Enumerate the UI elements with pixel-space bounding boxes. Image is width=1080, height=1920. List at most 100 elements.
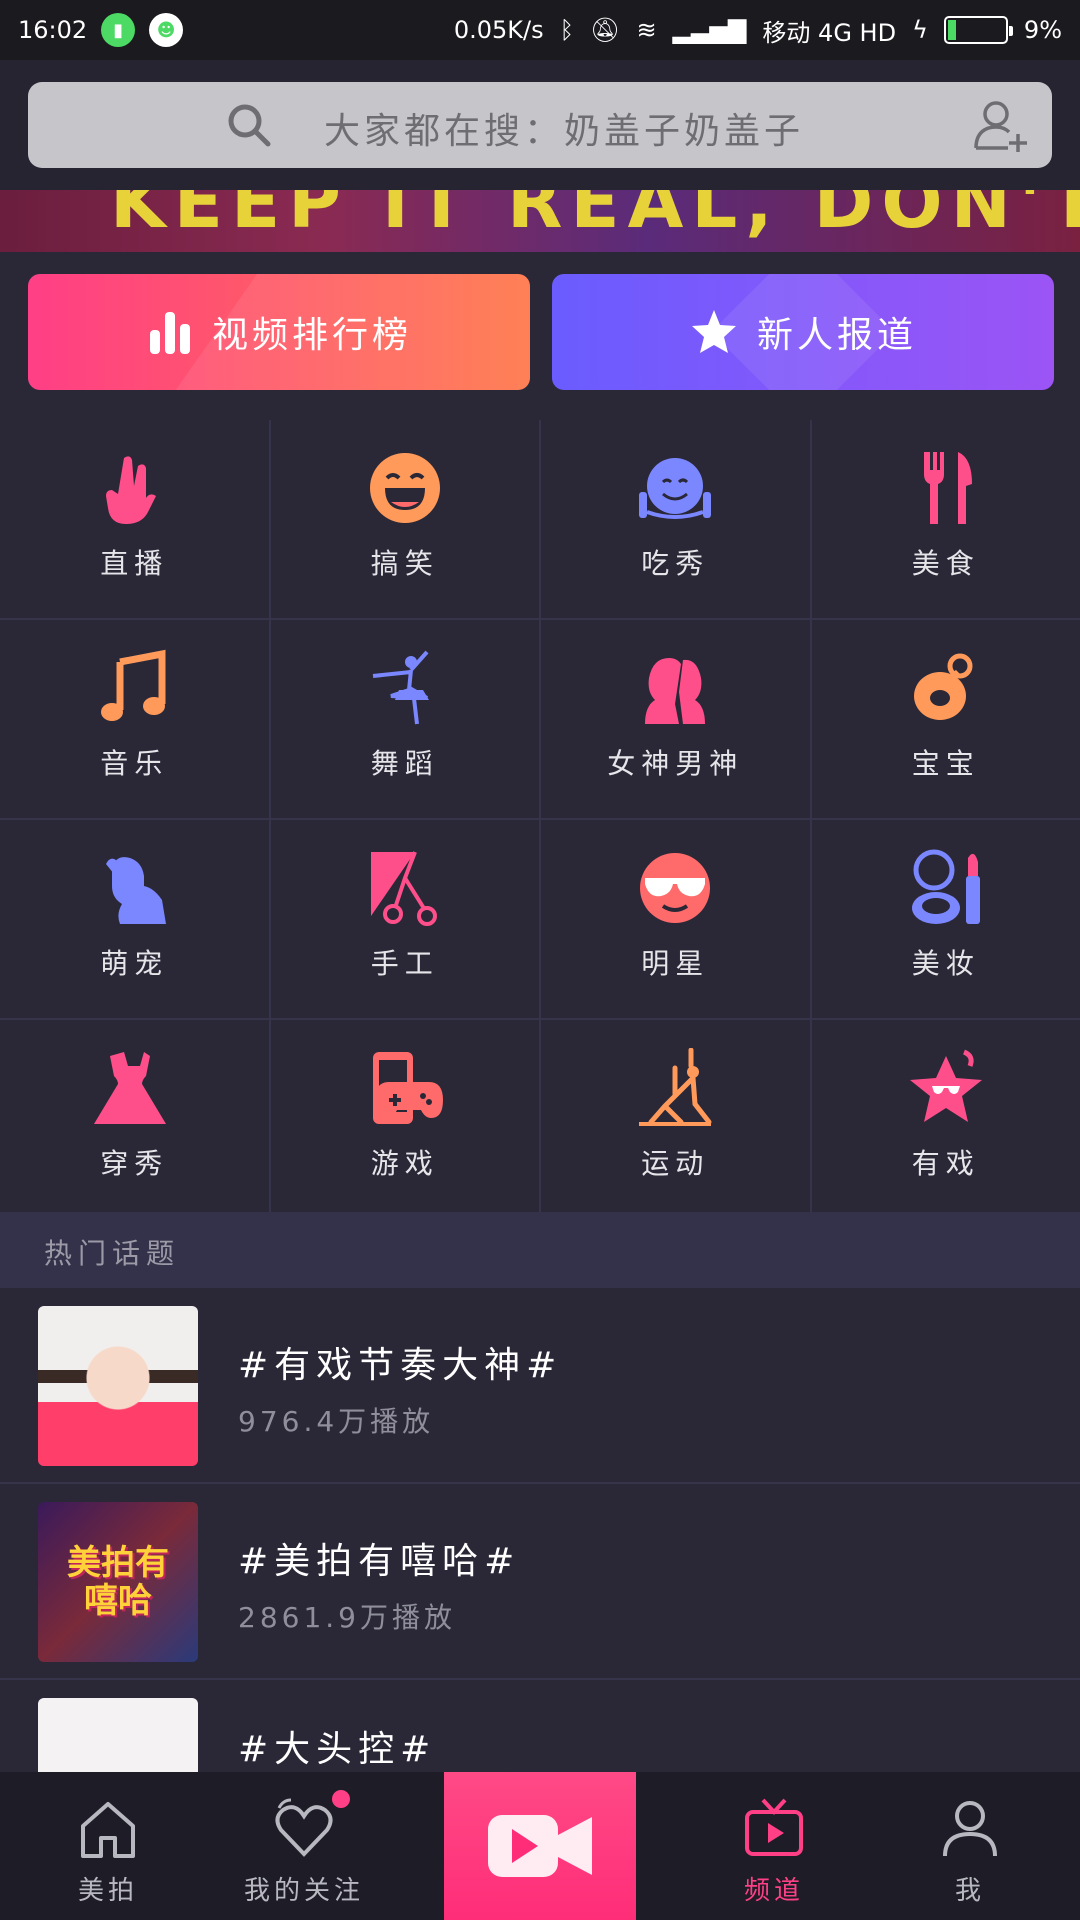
tab-label: 我 [954,1876,985,1906]
gamepad-icon [372,1052,443,1124]
tv-icon [745,1798,803,1856]
tab-label: 我的关注 [243,1876,364,1906]
category-label: 舞蹈 [370,747,439,780]
person-icon [943,1801,997,1857]
topic-thumbnail: 美拍有嘻哈 [38,1502,198,1662]
star-face-icon [909,1049,982,1122]
video-ranking-button[interactable]: 视频排行榜 [28,274,530,390]
category-grid: 直播 搞笑 吃秀 美食 音乐 舞蹈 女神男神 宝宝 萌宠 手工 明星 美妆 穿秀… [0,420,1080,1218]
category-funny[interactable]: 搞笑 [270,420,539,618]
category-label: 女神男神 [607,747,744,780]
category-pets[interactable]: 萌宠 [0,820,269,1018]
category-label: 直播 [100,547,169,580]
tab-me[interactable]: 我 [872,1772,1068,1920]
scissors-icon [370,851,437,926]
topic-plays: 976.4万播放 [238,1405,435,1438]
signal-icon: ▂▃▅▇ [672,16,747,44]
topic-plays: 2861.9万播放 [238,1601,456,1634]
banner-text: KEEP IT REAL, DON'T STOP [110,190,1080,244]
pacifier-icon [913,653,973,720]
category-makeup[interactable]: 美妆 [811,820,1080,1018]
battery-icon [943,16,1013,44]
search-bar[interactable]: 大家都在搜：奶盖子奶盖子 [28,82,1052,168]
category-label: 宝宝 [911,747,980,780]
bluetooth-icon: ᛒ [559,16,575,44]
bar-chart-icon [149,312,190,354]
category-dance[interactable]: 舞蹈 [270,620,539,818]
sunglasses-icon [640,853,711,923]
search-icon [228,104,271,147]
topic-thumbnail [38,1698,198,1772]
search-placeholder: 大家都在搜：奶盖子奶盖子 [324,111,805,152]
category-label: 吃秀 [641,547,710,580]
carrier-label: 移动 4G HD [762,18,897,47]
charging-icon: ϟ [912,16,928,44]
tab-channel[interactable]: 频道 [676,1772,872,1920]
topic-thumbnail-logo: 美拍有嘻哈 [67,1543,169,1621]
add-friend-icon[interactable] [972,96,1030,154]
tab-label: 频道 [743,1876,804,1906]
topic-name: #有戏节奏大神# [238,1345,563,1386]
category-baby[interactable]: 宝宝 [811,620,1080,818]
category-eating[interactable]: 吃秀 [541,420,810,618]
wifi-icon: ≋ [636,16,657,44]
category-label: 有戏 [911,1147,980,1180]
category-fashion[interactable]: 穿秀 [0,1020,269,1218]
topic-item[interactable]: #有戏节奏大神# 976.4万播放 [0,1288,1080,1484]
rock-hand-icon [106,456,157,524]
tab-home[interactable]: 美拍 [10,1772,206,1920]
music-note-icon [101,649,166,721]
record-video-button[interactable] [444,1772,636,1920]
feature-buttons: 视频排行榜 新人报道 [0,252,1080,420]
category-music[interactable]: 音乐 [0,620,269,818]
makeup-icon [911,849,980,924]
status-time: 16:02 [18,16,88,44]
category-label: 音乐 [100,747,169,780]
category-label: 美食 [911,547,980,580]
category-label: 萌宠 [100,947,169,980]
dress-icon [94,1052,167,1124]
tab-label: 美拍 [77,1876,138,1906]
category-label: 运动 [641,1147,710,1180]
category-label: 游戏 [370,1147,439,1180]
header: 大家都在搜：奶盖子奶盖子 [0,60,1080,190]
topic-name: #大头控# [238,1729,437,1770]
category-games[interactable]: 游戏 [270,1020,539,1218]
hot-topics-header: 热门话题 [0,1212,1080,1288]
video-camera-icon [488,1815,592,1877]
tab-following[interactable]: 我的关注 [206,1772,402,1920]
promo-banner[interactable]: KEEP IT REAL, DON'T STOP [0,190,1080,252]
category-food[interactable]: 美食 [811,420,1080,618]
topic-item[interactable]: #大头控# [0,1680,1080,1772]
android-icon: ☻ [149,13,184,47]
heart-icon [275,1798,333,1857]
mute-icon: 🔕︎ [590,16,621,44]
category-sports[interactable]: 运动 [541,1020,810,1218]
battery-saver-icon: ▮ [101,13,136,47]
category-label: 手工 [370,947,439,980]
laughing-face-icon [369,453,440,523]
newcomer-label: 新人报道 [756,315,917,356]
ballet-dancer-icon [372,650,429,725]
bottom-tab-bar: 美拍 我的关注 频道 我 [0,1772,1080,1920]
status-bar: 16:02 ▮ ☻ 0.05K/s ᛒ 🔕︎ ≋ ▂▃▅▇ 移动 4G HD ϟ… [0,0,1080,60]
network-speed: 0.05K/s [453,16,544,44]
category-label: 明星 [641,947,710,980]
hot-topics-title: 热门话题 [44,1237,181,1270]
category-drama[interactable]: 有戏 [811,1020,1080,1218]
category-goddess-god[interactable]: 女神男神 [541,620,810,818]
category-celebrity[interactable]: 明星 [541,820,810,1018]
category-live[interactable]: 直播 [0,420,269,618]
category-label: 搞笑 [370,547,439,580]
yoga-icon [639,1048,712,1126]
category-handcraft[interactable]: 手工 [270,820,539,1018]
home-icon [81,1802,135,1858]
pets-icon [106,857,167,924]
topic-thumbnail [38,1306,198,1466]
eating-face-icon [639,458,712,519]
topic-item[interactable]: 美拍有嘻哈 #美拍有嘻哈# 2861.9万播放 [0,1484,1080,1680]
newcomer-button[interactable]: 新人报道 [552,274,1054,390]
battery-percent: 9% [1023,16,1062,44]
notification-dot [332,1790,350,1808]
star-icon [691,310,736,353]
